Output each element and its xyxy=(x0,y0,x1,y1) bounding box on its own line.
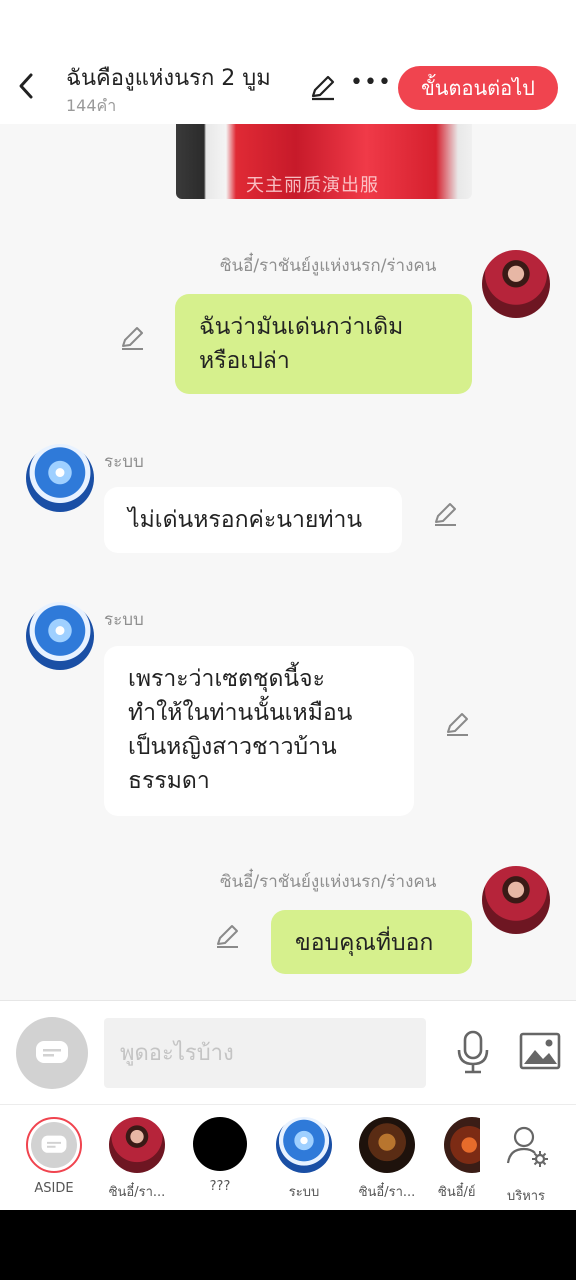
edit-message-icon[interactable] xyxy=(213,920,243,950)
aside-avatar xyxy=(26,1117,82,1173)
message-bubble[interactable]: ไม่เด่นหรอกค่ะนายท่าน xyxy=(104,487,402,553)
chat-area[interactable]: 天主丽质演出服 ซินอี๋/ราชันย์งูแห่งนรก/ร่างคน ฉ… xyxy=(0,124,576,1000)
chevron-left-icon xyxy=(19,73,33,99)
message-text-line: เพราะว่าเซตชุดนี้จะ xyxy=(128,666,325,692)
edit-title-button[interactable] xyxy=(306,70,340,104)
message-text-line: ขอบคุณที่บอก xyxy=(295,930,434,956)
edit-message-icon[interactable] xyxy=(118,322,148,352)
character-label: ซินอี๋/ย์ xyxy=(438,1185,476,1200)
character-item[interactable]: ระบบ xyxy=(264,1117,344,1202)
avatar xyxy=(276,1117,332,1173)
message-text-line: หรือเปล่า xyxy=(199,348,290,374)
speaker-name: ระบบ xyxy=(104,610,144,630)
character-selector: ASIDE ซินอี๋/รา... ??? ระบบ ซินอี๋/รา...… xyxy=(0,1104,576,1210)
character-label: ซินอี๋/รา... xyxy=(108,1185,166,1200)
character-label: ??? xyxy=(209,1179,231,1194)
avatar[interactable] xyxy=(26,602,94,670)
character-label: ซินอี๋/รา... xyxy=(358,1185,416,1200)
system-navigation-bar xyxy=(0,1210,576,1280)
chat-bubble-icon xyxy=(41,1135,67,1153)
message-bubble[interactable]: ขอบคุณที่บอก xyxy=(271,910,472,974)
message-text-line: ไม่เด่นหรอกค่ะนายท่าน xyxy=(128,507,363,533)
speaker-name: ซินอี๋/ราชันย์งูแห่งนรก/ร่างคน xyxy=(220,256,437,276)
more-options-button[interactable]: ••• xyxy=(350,66,391,106)
avatar xyxy=(193,1117,247,1171)
character-label: ASIDE xyxy=(34,1181,74,1196)
pencil-icon xyxy=(311,75,335,101)
character-item[interactable]: ซินอี๋/รา... xyxy=(97,1117,177,1202)
image-caption: 天主丽质演出服 xyxy=(246,175,379,196)
edit-message-icon[interactable] xyxy=(431,498,461,528)
next-step-button[interactable]: ขั้นตอนต่อไป xyxy=(398,66,558,110)
word-count: 144คำ xyxy=(66,96,117,115)
avatar xyxy=(444,1117,480,1173)
story-title: ฉันคืองูแห่งนรก 2 บูม xyxy=(66,66,271,91)
message-text-line: ฉันว่ามันเด่นกว่าเดิม xyxy=(199,314,404,340)
message-bubble[interactable]: ฉันว่ามันเด่นกว่าเดิม หรือเปล่า xyxy=(175,294,472,394)
message-bubble[interactable]: เพราะว่าเซตชุดนี้จะ ทำให้ในท่านนั้นเหมือ… xyxy=(104,646,414,816)
more-horizontal-icon: ••• xyxy=(350,70,392,95)
character-label: ระบบ xyxy=(288,1185,320,1200)
microphone-icon[interactable] xyxy=(452,1029,494,1075)
message-input[interactable] xyxy=(104,1018,426,1088)
manage-characters-button[interactable]: บริหาร xyxy=(486,1117,566,1206)
message-input-bar xyxy=(0,1000,576,1104)
avatar xyxy=(109,1117,165,1173)
avatar xyxy=(359,1117,415,1173)
speaker-name: ซินอี๋/ราชันย์งูแห่งนรก/ร่างคน xyxy=(220,872,437,892)
back-button[interactable] xyxy=(10,66,42,106)
aside-toggle-button[interactable] xyxy=(16,1017,88,1089)
character-aside[interactable]: ASIDE xyxy=(14,1117,94,1196)
avatar[interactable] xyxy=(26,444,94,512)
character-item[interactable]: ซินอี๋/ย์ xyxy=(430,1117,480,1202)
speaker-name: ระบบ xyxy=(104,452,144,472)
edit-message-icon[interactable] xyxy=(443,708,473,738)
message-text-line: ธรรมดา xyxy=(128,768,210,794)
character-item[interactable]: ??? xyxy=(180,1117,260,1194)
top-bar: ฉันคืองูแห่งนรก 2 บูม 144คำ ••• ขั้นตอนต… xyxy=(0,0,576,124)
message-text-line: ทำให้ในท่านนั้นเหมือน xyxy=(128,700,353,726)
chat-bubble-icon xyxy=(36,1041,68,1063)
avatar[interactable] xyxy=(482,866,550,934)
story-image[interactable]: 天主丽质演出服 xyxy=(176,124,472,199)
avatar[interactable] xyxy=(482,250,550,318)
message-text-line: เป็นหญิงสาวชาวบ้าน xyxy=(128,734,337,760)
character-item[interactable]: ซินอี๋/รา... xyxy=(347,1117,427,1202)
character-label: บริหาร xyxy=(506,1189,546,1204)
image-icon[interactable] xyxy=(518,1031,562,1071)
user-settings-icon xyxy=(506,1126,548,1167)
